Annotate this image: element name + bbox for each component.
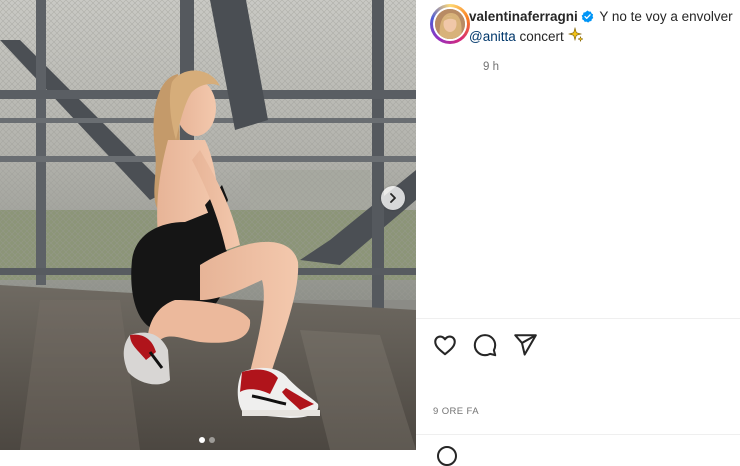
photo-scene (0, 0, 416, 450)
verified-badge-icon (581, 10, 594, 23)
mention-link[interactable]: @anitta (469, 29, 516, 44)
carousel-dot-active (199, 437, 205, 443)
divider (416, 318, 740, 319)
action-bar (432, 332, 538, 358)
post-photo[interactable] (0, 0, 416, 450)
share-send-icon[interactable] (512, 332, 538, 358)
chevron-right-icon (390, 193, 396, 203)
like-heart-icon[interactable] (432, 332, 458, 358)
divider-bottom (416, 434, 740, 435)
post-date: 9 ORE FA (433, 406, 479, 417)
post-caption: valentinaferragni Y no te voy a envolver… (469, 7, 733, 47)
post-side-panel: valentinaferragni Y no te voy a envolver… (416, 0, 740, 450)
caption-tail: concert (519, 29, 564, 44)
avatar-picture (435, 9, 465, 39)
comment-icon[interactable] (472, 332, 498, 358)
carousel-indicator (199, 437, 215, 443)
story-ring[interactable] (430, 4, 470, 44)
sparkles-icon (567, 27, 584, 43)
carousel-dot (209, 437, 215, 443)
caption-time-ago: 9 h (483, 61, 499, 73)
emoji-icon[interactable] (437, 446, 457, 466)
carousel-next-button[interactable] (381, 186, 405, 210)
username-link[interactable]: valentinaferragni (469, 9, 578, 24)
avatar[interactable] (435, 9, 465, 39)
caption-text: Y no te voy a envolver (599, 9, 733, 24)
